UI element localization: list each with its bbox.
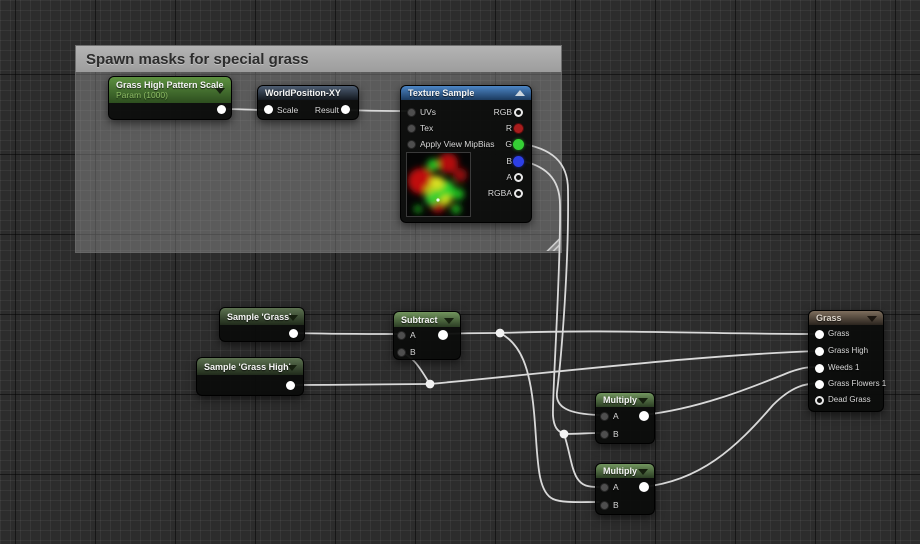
wire-sample-grass-high-to-reroute3[interactable] (291, 383, 428, 386)
chevron-down-icon[interactable] (638, 469, 648, 475)
node-sample-grass[interactable]: Sample 'Grass' (219, 307, 305, 342)
node-title: Multiply (603, 395, 637, 405)
pin-label: Scale (277, 105, 299, 115)
wire-multiply-bottom-to-flowers[interactable] (642, 382, 819, 488)
output-pin-result[interactable] (341, 105, 350, 114)
wire-sample-grass-to-subtract-a[interactable] (293, 332, 398, 335)
input-pin-grass-high[interactable] (815, 347, 824, 356)
output-pin-g[interactable] (513, 139, 524, 150)
wire-reroute2-to-multiply-bottom-a[interactable] (563, 433, 600, 488)
input-pin-uvs[interactable] (407, 108, 416, 117)
pin-label: B (506, 156, 512, 166)
output-pin[interactable] (217, 105, 226, 114)
output-pin[interactable] (286, 381, 295, 390)
pin-label: Dead Grass (828, 395, 871, 404)
node-header[interactable]: Subtract (394, 312, 460, 327)
input-pin-b[interactable] (600, 501, 609, 510)
input-pin-a[interactable] (600, 483, 609, 492)
pin-label: A (613, 411, 619, 421)
node-header[interactable]: Texture Sample (401, 86, 531, 100)
pin-label: B (613, 500, 619, 510)
input-pin-tex[interactable] (407, 124, 416, 133)
output-pin[interactable] (289, 329, 298, 338)
node-title: Sample 'Grass High' (204, 361, 291, 372)
node-header[interactable]: Sample 'Grass' (220, 308, 304, 325)
node-texture-sample[interactable]: Texture Sample UVs Tex Apply View MipBia… (400, 85, 532, 223)
node-header[interactable]: Grass (809, 311, 883, 325)
output-pin-r[interactable] (513, 123, 524, 134)
input-pin-a[interactable] (600, 412, 609, 421)
pin-label: Result (314, 105, 339, 115)
node-title: WorldPosition-XY (265, 88, 341, 98)
node-multiply-bottom[interactable]: Multiply A B (595, 463, 655, 515)
texture-preview[interactable] (406, 152, 471, 217)
output-pin-rgb[interactable] (514, 108, 523, 117)
pin-label: RGBA (487, 188, 512, 198)
reroute-node[interactable] (495, 328, 505, 338)
pin-label: B (613, 429, 619, 439)
node-header[interactable]: Grass High Pattern Scale Param (1000) (109, 77, 231, 103)
input-pin-grass-flowers-1[interactable] (815, 380, 824, 389)
node-title: Subtract (401, 314, 438, 325)
node-title: Multiply (603, 466, 637, 476)
pin-label: G (505, 139, 512, 149)
param-default-value: Param (1000) (116, 90, 168, 100)
node-title: Grass (816, 313, 842, 323)
pin-label: R (505, 123, 512, 133)
pin-label: A (613, 482, 619, 492)
pin-label: A (410, 330, 416, 340)
input-pin-mipbias[interactable] (407, 140, 416, 149)
chevron-down-icon[interactable] (867, 316, 877, 322)
pin-label: Weeds 1 (828, 363, 860, 372)
wire-reroute1-to-grass[interactable] (499, 330, 819, 335)
chevron-up-icon[interactable] (515, 90, 525, 96)
chevron-down-icon[interactable] (215, 88, 225, 94)
pin-label: Tex (420, 123, 434, 133)
material-graph-canvas[interactable]: Spawn masks for special grass Grass High… (0, 0, 920, 544)
chevron-down-icon[interactable] (444, 317, 454, 324)
node-header[interactable]: Multiply (596, 393, 654, 407)
wire-reroute3-to-grass-high[interactable] (429, 350, 819, 385)
reroute-node[interactable] (425, 379, 435, 389)
input-pin-b[interactable] (600, 430, 609, 439)
wire-reroute1-to-multiply-bottom-b[interactable] (499, 332, 600, 504)
node-grass-high-pattern-scale[interactable]: Grass High Pattern Scale Param (1000) (108, 76, 232, 120)
node-worldposition-xy[interactable]: WorldPosition-XY Scale Result (257, 85, 359, 120)
node-title: Sample 'Grass' (227, 311, 292, 322)
chevron-down-icon[interactable] (638, 398, 648, 404)
wire-reroute2-to-multiply-top-b[interactable] (563, 432, 600, 435)
pin-label: Grass Flowers 1 (828, 379, 887, 388)
pin-label: A (506, 172, 512, 182)
input-pin-a[interactable] (397, 331, 406, 340)
node-header[interactable]: WorldPosition-XY (258, 86, 358, 100)
output-pin-b[interactable] (513, 156, 524, 167)
pin-label: B (410, 347, 416, 357)
reroute-node[interactable] (559, 429, 569, 439)
chevron-down-icon[interactable] (288, 314, 298, 321)
output-pin[interactable] (438, 330, 448, 340)
output-pin[interactable] (639, 411, 649, 421)
output-pin-a[interactable] (514, 173, 523, 182)
node-title: Grass High Pattern Scale (116, 80, 224, 90)
input-pin-weeds-1[interactable] (815, 364, 824, 373)
node-multiply-top[interactable]: Multiply A B (595, 392, 655, 444)
output-pin[interactable] (639, 482, 649, 492)
output-pin-rgba[interactable] (514, 189, 523, 198)
node-grass-output[interactable]: Grass Grass Grass High Weeds 1 Grass Flo… (808, 310, 887, 412)
pin-label: Apply View MipBias (420, 139, 495, 149)
input-pin-grass[interactable] (815, 330, 824, 339)
input-pin-scale[interactable] (264, 105, 273, 114)
pin-label: UVs (420, 107, 437, 117)
node-subtract[interactable]: Subtract A B (393, 311, 461, 360)
input-pin-dead-grass[interactable] (815, 396, 824, 405)
node-title: Texture Sample (408, 88, 475, 98)
input-pin-b[interactable] (397, 348, 406, 357)
node-sample-grass-high[interactable]: Sample 'Grass High' (196, 357, 304, 396)
pin-label: Grass (828, 329, 850, 338)
chevron-down-icon[interactable] (287, 364, 297, 371)
node-header[interactable]: Sample 'Grass High' (197, 358, 303, 375)
pin-label: Grass High (828, 346, 869, 355)
pin-label: RGB (493, 107, 512, 117)
node-header[interactable]: Multiply (596, 464, 654, 478)
